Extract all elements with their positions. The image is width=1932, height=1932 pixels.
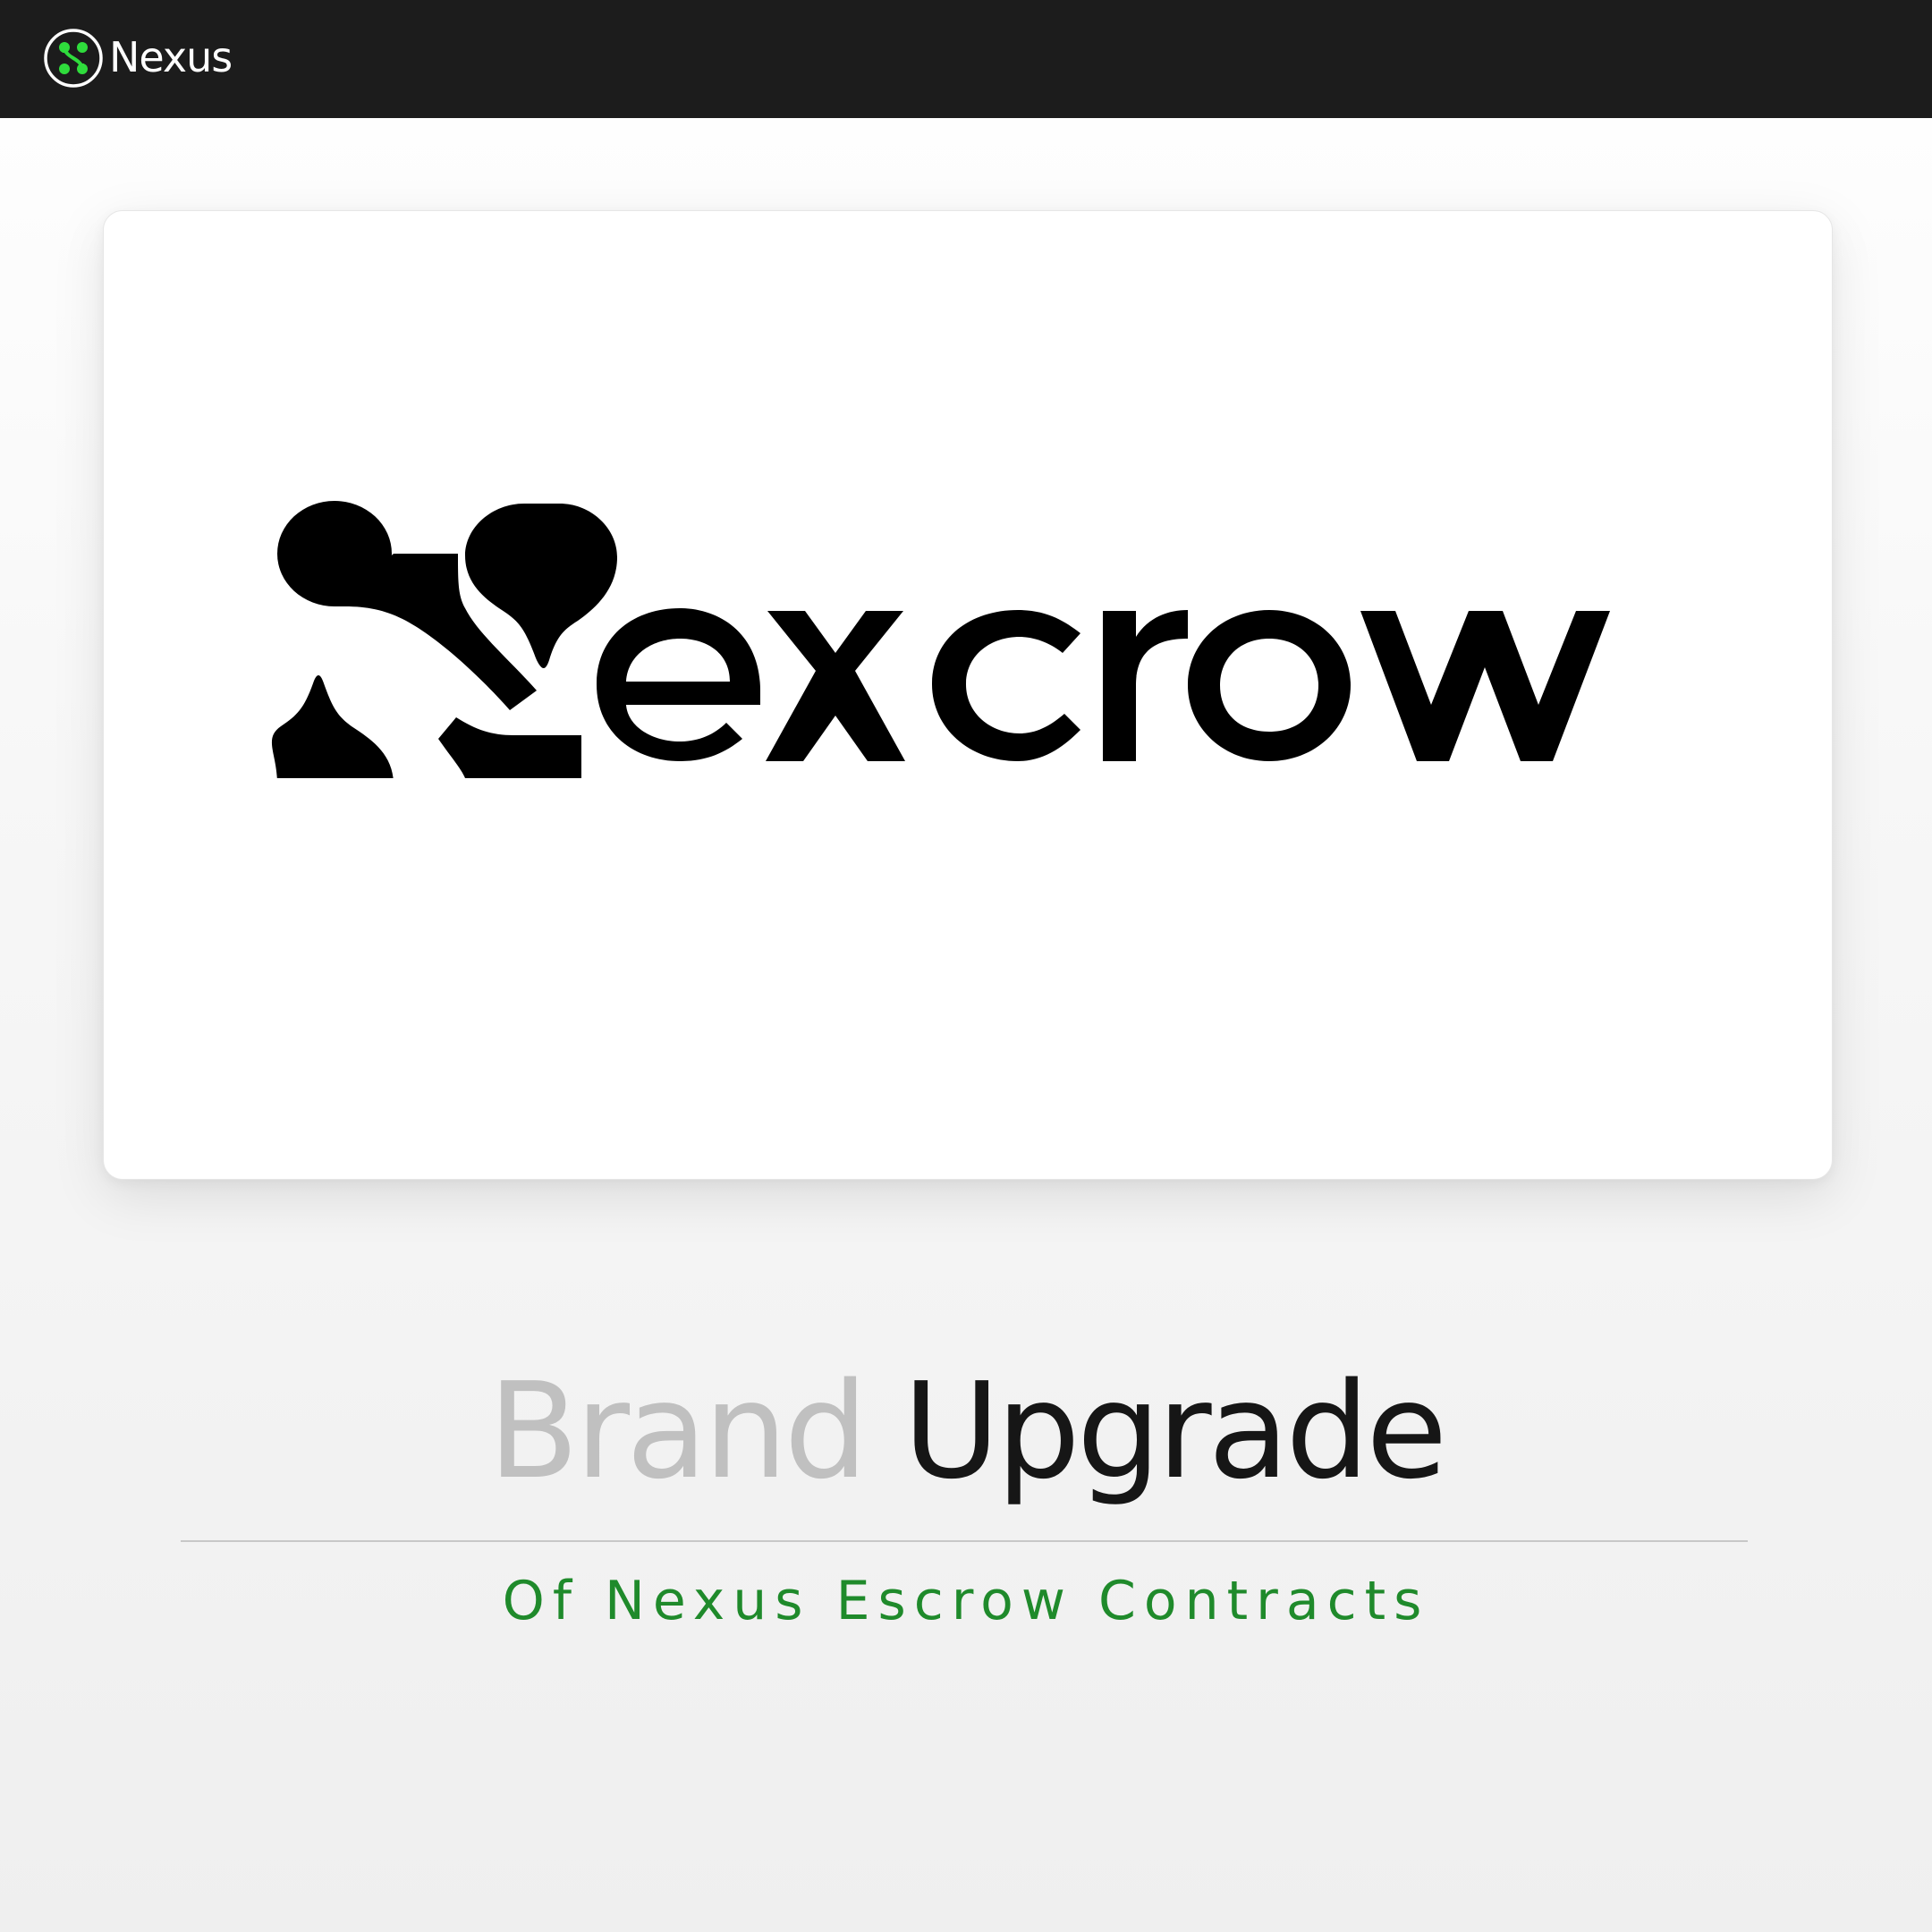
headline-word-brand: Brand [487,1354,869,1508]
nexus-logo-icon [44,29,103,88]
headline-word-upgrade: Upgrade [902,1354,1448,1508]
nexcrow-droplet-n-logo [271,501,617,778]
nexcrow-wordmark-logo [271,501,1610,778]
nexcrow-letters [597,608,1610,761]
headline: Brand Upgrade [0,1360,1932,1503]
brand-name: Nexus [109,33,233,81]
top-bar: Nexus [0,0,1932,118]
subline: Of Nexus Escrow Contracts [502,1570,1430,1632]
divider [181,1540,1748,1542]
